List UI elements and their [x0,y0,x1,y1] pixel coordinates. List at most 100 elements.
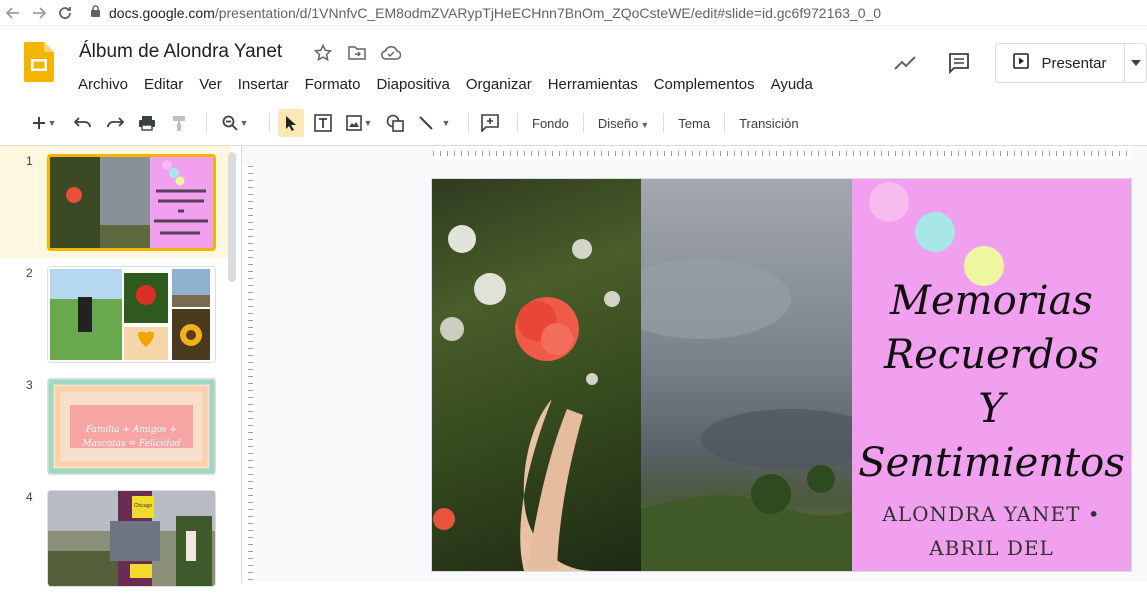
image-icon [345,115,362,131]
plus-icon [32,117,45,129]
line-icon [418,116,433,130]
toolbar-divider [468,113,469,133]
zoom-icon [222,115,238,131]
theme-button[interactable]: Tema [672,116,716,131]
filmstrip-slide-4[interactable]: 4 Chicago [0,482,230,594]
text-box-icon [314,114,332,132]
thumbnail-text: Familia + Amigos + Mascotas = Felicidad [82,425,181,449]
chevron-down-icon [1130,60,1141,66]
menu-archivo[interactable]: Archivo [70,74,136,95]
lock-icon [90,4,101,21]
slides-logo-icon[interactable] [24,42,54,82]
redo-icon [107,117,124,128]
document-title[interactable]: Álbum de Alondra Yanet [79,41,282,63]
filmstrip-slide-3[interactable]: 3 Familia + Amigos + Mascotas = Felicida… [0,370,230,482]
toolbar-divider [517,113,518,133]
undo-button[interactable] [70,109,96,137]
chevron-down-icon[interactable]: ▼ [240,118,249,128]
slide-thumbnail[interactable]: Chicago [47,490,216,587]
slide-number: 1 [26,154,33,168]
reload-button[interactable] [52,0,78,26]
app-header: Álbum de Alondra Yanet Archivo Editar Ve… [0,26,1147,100]
shape-button[interactable] [382,109,408,137]
url-host: docs.google.com [109,4,215,21]
forward-arrow-icon [33,6,47,19]
menu-ayuda[interactable]: Ayuda [763,74,821,95]
paint-format-button[interactable] [166,109,192,137]
reload-icon [59,6,71,19]
line-button[interactable]: ▼ [414,109,454,137]
present-label: Presentar [1041,54,1107,72]
toolbar: ▼ ▼ ▼ ▼ Fondo Diseño ▼ Tema Transición [24,107,1134,139]
slide-number: 3 [26,378,33,392]
chevron-down-icon[interactable]: ▼ [48,118,57,128]
print-button[interactable] [134,109,160,137]
menu-editar[interactable]: Editar [136,74,191,95]
text-box-button[interactable] [310,109,336,137]
vertical-ruler[interactable] [244,166,256,583]
back-button[interactable] [0,0,26,26]
background-button[interactable]: Fondo [526,116,575,131]
subtitle-line: 2021 [852,565,1131,571]
move-folder-icon[interactable] [346,42,368,64]
undo-icon [74,117,91,128]
cloud-status-icon[interactable] [380,42,402,64]
add-comment-icon [481,114,499,132]
activity-dashboard-icon[interactable] [885,43,925,83]
filmstrip-slide-1[interactable]: 1 [0,146,230,258]
present-icon [1013,53,1030,73]
slide-number: 4 [26,490,33,504]
menu-diapositiva[interactable]: Diapositiva [368,74,457,95]
rose-photo[interactable] [432,179,641,571]
slide-filmstrip: 1 2 3 Familia + Amigos + Mascotas = Feli… [0,146,242,587]
paint-roller-icon [173,116,185,131]
filmstrip-scrollbar[interactable] [228,152,236,282]
title-line: Recuerdos [884,332,1099,378]
layout-label: Diseño [597,115,639,131]
insert-image-button[interactable]: ▼ [342,109,376,137]
transition-button[interactable]: Transición [733,116,804,131]
title-line: Y [978,386,1005,432]
slide-thumbnail[interactable] [47,154,216,251]
decorative-circle-pink [869,182,909,222]
select-tool-button[interactable] [278,109,304,137]
menu-complementos[interactable]: Complementos [646,74,763,95]
layout-button[interactable]: Diseño ▼ [592,116,655,131]
menu-ver[interactable]: Ver [191,74,230,95]
subtitle-line: ALONDRA YANET • ABRIL DEL [882,502,1101,560]
zoom-button[interactable]: ▼ [215,109,255,137]
menu-herramientas[interactable]: Herramientas [540,74,646,95]
toolbar-divider [663,113,665,133]
menu-organizar[interactable]: Organizar [458,74,540,95]
present-button[interactable]: Presentar [995,43,1147,83]
add-comment-button[interactable] [477,109,503,137]
menu-bar: Archivo Editar Ver Insertar Formato Diap… [70,74,821,95]
title-line: Memorias [890,278,1093,324]
menu-insertar[interactable]: Insertar [230,74,297,95]
star-icon[interactable] [312,42,334,64]
stormy-sky-photo[interactable] [611,179,881,571]
filmstrip-slide-2[interactable]: 2 [0,258,230,370]
present-options-dropdown[interactable] [1124,44,1146,82]
new-slide-button[interactable]: ▼ [24,109,64,137]
workspace: 1 2 3 Familia + Amigos + Mascotas = Feli… [0,145,1147,587]
toolbar-divider [206,113,207,133]
chevron-down-icon[interactable]: ▼ [442,118,451,128]
url-path: /presentation/d/1VNnfvC_EM8odmZVARypTjHe… [214,4,882,21]
horizontal-ruler[interactable] [433,146,1133,160]
title-panel[interactable]: Memorias Recuerdos Y Sentimientos ALONDR… [852,179,1131,571]
address-field[interactable]: docs.google.com/presentation/d/1VNnfvC_E… [90,5,881,21]
slide-number: 2 [26,266,33,280]
menu-formato[interactable]: Formato [297,74,369,95]
slide-thumbnail[interactable]: Familia + Amigos + Mascotas = Felicidad [47,378,216,475]
slide-thumbnail[interactable] [47,266,216,363]
toolbar-divider [582,113,584,133]
slide-title[interactable]: Memorias Recuerdos Y Sentimientos [852,274,1131,490]
forward-button[interactable] [26,0,52,26]
comments-icon[interactable] [939,43,979,83]
redo-button[interactable] [102,109,128,137]
chevron-down-icon[interactable]: ▼ [364,118,373,128]
toolbar-divider [724,113,726,133]
slide-subtitle[interactable]: ALONDRA YANET • ABRIL DEL 2021 [852,497,1131,571]
slide-canvas[interactable]: Memorias Recuerdos Y Sentimientos ALONDR… [432,179,1131,571]
